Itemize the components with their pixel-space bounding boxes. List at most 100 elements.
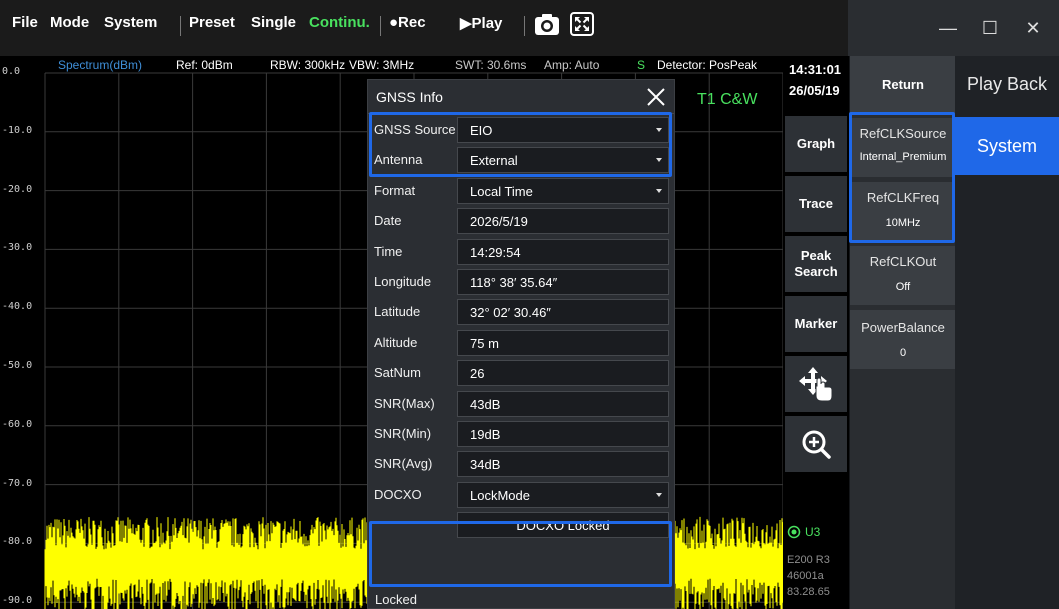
unit-label: U3 [805,525,821,539]
gnss-row-select[interactable]: LockMode [457,481,669,508]
gnss-row-value: 26 [470,366,485,382]
return-label: Return [882,77,924,92]
gnss-row-label: SNR(Max) [374,395,435,411]
vbw-readout[interactable]: VBW: 3MHz [349,58,414,72]
window-controls: — ☐ ✕ [848,0,1059,56]
amp-readout[interactable]: Amp: Auto [544,58,599,72]
category-system[interactable]: System [955,117,1059,175]
clock-display: 14:31:01 26/05/19 [783,56,849,116]
move-tool-button[interactable] [785,356,847,412]
refclk-freq-button[interactable]: RefCLKFreq 10MHz [850,182,956,241]
gnss-row: SatNum 26 [368,358,674,388]
tab-trace[interactable]: Trace [785,176,847,232]
gnss-row-label: GNSS Source [374,122,456,137]
fullscreen-icon[interactable] [570,12,594,36]
gnss-row-value-field: 32° 02′ 30.46″ [457,299,669,326]
gnss-row: Time 14:29:54 [368,237,674,267]
gnss-info-dialog: GNSS Info GNSS Source EIO Antenna External F… [367,79,675,609]
menu-file[interactable]: File [12,14,38,31]
play-button[interactable]: ▶Play [460,14,502,32]
gnss-row-select[interactable]: External [457,147,669,174]
record-button[interactable]: ●Rec [389,14,426,31]
rbw-readout[interactable]: RBW: 300kHz [270,58,345,72]
refclk-out-label: RefCLKOut [869,254,937,269]
tab-peak-search-label: Peak Search [794,248,838,279]
gnss-row-value-field: DOCXO Locked [457,512,669,539]
refclk-source-label: RefCLKSource [859,126,947,141]
refclk-out-button[interactable]: RefCLKOut Off [850,246,956,305]
gnss-row-label: Date [374,213,402,229]
power-balance-value: 0 [899,347,907,359]
gnss-row: SNR(Avg) 34dB [368,449,674,479]
y-tick-label: -30.0 [2,242,33,254]
gnss-row-value-field: 43dB [457,390,669,417]
gnss-row-value-field: 19dB [457,421,669,447]
refclk-freq-value: 10MHz [885,217,921,229]
y-tick-label: -20.0 [2,183,33,195]
menu-mode[interactable]: Mode [50,14,89,31]
swt-readout[interactable]: SWT: 30.6ms [455,58,526,72]
tab-graph[interactable]: Graph [785,116,847,172]
menu-divider [180,16,181,36]
y-tick-label: -40.0 [2,301,33,313]
chevron-down-icon [656,188,662,193]
power-balance-button[interactable]: PowerBalance 0 [850,310,956,369]
gnss-row-value: Local Time [470,183,533,199]
detector-readout[interactable]: Detector: PosPeak [657,58,757,72]
lock-status: Locked [375,592,417,607]
single-button[interactable]: Single [251,14,296,31]
gnss-row-value: LockMode [470,487,530,503]
gnss-row-label: Latitude [374,304,421,320]
gnss-row-label: Antenna [374,152,423,168]
gnss-row: Date 2026/5/19 [368,206,674,236]
zoom-tool-button[interactable] [785,416,847,472]
gnss-row-value: 34dB [470,457,501,473]
ref-level[interactable]: Ref: 0dBm [176,58,233,72]
gnss-row-value-field: 26 [457,360,669,387]
gnss-row: SNR(Max) 43dB [368,389,674,419]
gnss-row: Format Local Time [368,176,674,206]
gnss-row-value: 2026/5/19 [470,214,528,230]
return-button[interactable]: Return [850,56,956,113]
category-play-back-label: Play Back [966,74,1048,94]
menu-divider [380,16,381,36]
gnss-row-label: Format [374,182,416,198]
preset-button[interactable]: Preset [189,14,235,31]
camera-icon[interactable] [534,13,560,37]
dialog-close-button[interactable] [642,83,670,111]
refclk-source-button[interactable]: RefCLKSource Internal_Premium [850,118,956,177]
gnss-row: DOCXO LockMode [368,480,674,510]
gnss-row: Longitude 118° 38′ 35.64″ [368,267,674,297]
close-window-button[interactable]: ✕ [1013,14,1053,42]
menu-divider [524,16,525,36]
zoom-in-icon [802,430,831,459]
category-play-back[interactable]: Play Back [955,56,1059,113]
tab-graph-label: Graph [796,136,836,151]
y-tick-label: -80.0 [2,536,33,548]
maximize-button[interactable]: ☐ [970,14,1010,42]
continuous-button[interactable]: Continu. [309,14,370,31]
gnss-row-label: Time [374,243,403,259]
menu-system[interactable]: System [104,14,157,31]
category-system-label: System [976,135,1037,156]
gnss-row-value: External [470,153,518,169]
sweep-mode-flag: S [637,58,646,72]
tab-marker[interactable]: Marker [785,296,847,352]
refclk-freq-label: RefCLKFreq [866,190,940,205]
trace-label: T1 C&W [697,91,758,108]
tab-peak-search[interactable]: Peak Search [785,236,847,292]
gnss-row-value-field: 2026/5/19 [457,208,669,235]
gnss-row-select[interactable]: Local Time [457,177,669,204]
menu-bar: File Mode System Preset Single Continu. … [0,0,848,56]
minimize-button[interactable]: — [928,14,968,42]
y-tick-label: -90.0 [2,595,33,607]
y-tick-label: -10.0 [2,124,33,136]
gnss-row-value: 118° 38′ 35.64″ [470,275,558,290]
radio-indicator-icon [787,525,801,539]
gnss-row-select[interactable]: EIO [457,117,669,143]
category-panel: Play Back System [955,56,1059,609]
gnss-row: Altitude 75 m [368,328,674,358]
gnss-row-value: 14:29:54 [470,244,521,260]
gnss-row-label: DOCXO [374,486,422,502]
dialog-title: GNSS Info [376,89,443,105]
